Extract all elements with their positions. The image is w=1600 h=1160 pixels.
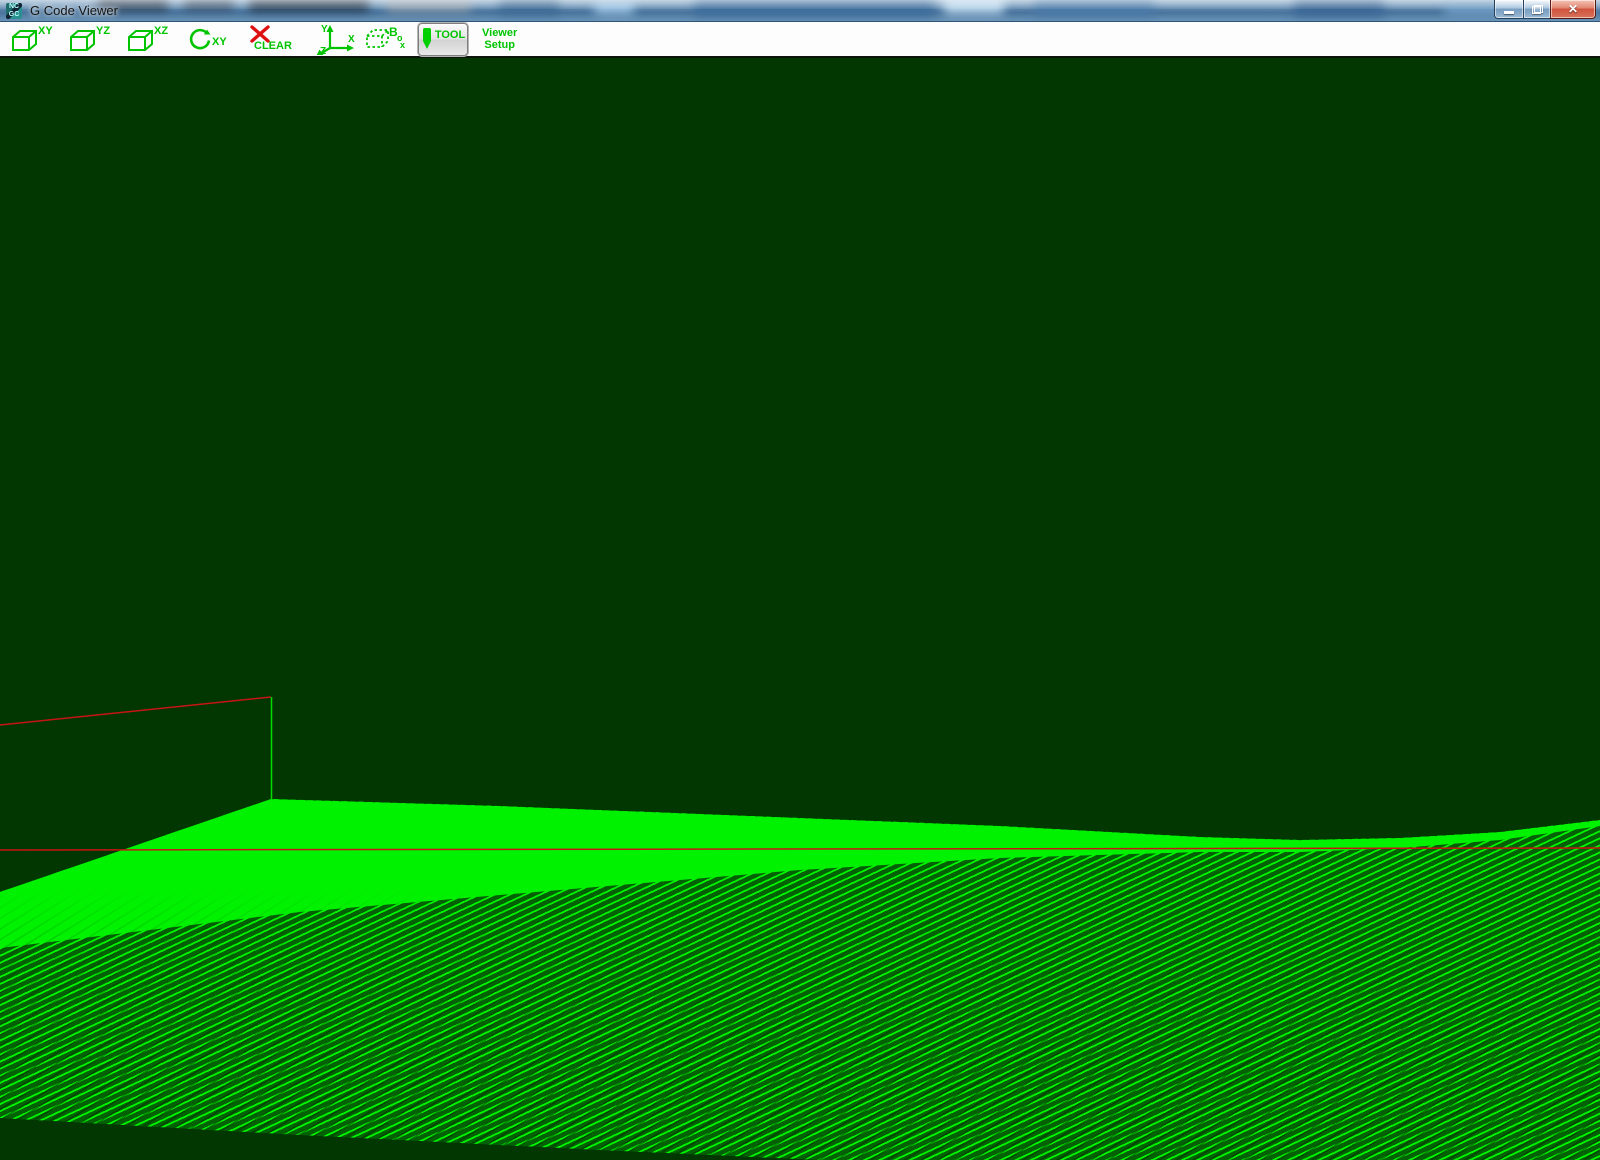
gcode-viewport[interactable] bbox=[0, 58, 1600, 1160]
glass-sheen bbox=[0, 0, 1600, 9]
minimize-button[interactable] bbox=[1494, 0, 1524, 19]
viewer-setup-line2: Setup bbox=[484, 39, 515, 51]
clear-button[interactable]: CLEAR bbox=[248, 24, 294, 54]
close-icon: ✕ bbox=[1568, 3, 1578, 15]
svg-text:Z: Z bbox=[320, 46, 326, 55]
view-xy-button[interactable]: XY bbox=[11, 24, 58, 54]
axis-triad-icon: Y X Z bbox=[312, 23, 356, 55]
app-icon[interactable]: NCGC bbox=[6, 3, 22, 19]
svg-text:Y: Y bbox=[321, 24, 328, 35]
tool-label: TOOL bbox=[435, 29, 465, 41]
limit-line-horizontal-icon bbox=[0, 848, 1600, 850]
viewer-setup-button[interactable]: Viewer Setup bbox=[482, 27, 517, 51]
view-xz-button[interactable]: XZ bbox=[127, 24, 174, 54]
axis-orientation-button[interactable]: Y X Z bbox=[312, 23, 356, 55]
view-yz-button[interactable]: YZ bbox=[69, 24, 116, 54]
restore-icon bbox=[1532, 5, 1543, 14]
svg-text:X: X bbox=[348, 34, 355, 45]
minimize-icon bbox=[1504, 11, 1514, 14]
view-yz-label: YZ bbox=[96, 25, 110, 37]
app-window: NCGC G Code Viewer ✕ X bbox=[0, 0, 1600, 1160]
cube-icon bbox=[11, 28, 39, 53]
caption-buttons: ✕ bbox=[1494, 0, 1596, 19]
cube-icon bbox=[127, 28, 155, 53]
clear-label: CLEAR bbox=[254, 40, 292, 52]
svg-text:x: x bbox=[400, 40, 405, 50]
machine-limit-lines bbox=[0, 58, 1600, 1160]
close-button[interactable]: ✕ bbox=[1550, 0, 1596, 19]
rotate-xy-label: XY bbox=[212, 36, 227, 48]
limit-line-top-icon bbox=[0, 697, 271, 725]
viewer-setup-line1: Viewer bbox=[482, 27, 517, 39]
titlebar[interactable]: NCGC G Code Viewer ✕ bbox=[0, 0, 1600, 22]
view-xy-label: XY bbox=[38, 25, 53, 37]
bounding-box-button[interactable]: B o x bbox=[364, 24, 406, 54]
rotate-xy-button[interactable]: XY bbox=[188, 24, 232, 54]
toolbar: XY YZ XZ bbox=[0, 22, 1600, 58]
dashed-box-icon: B o x bbox=[364, 24, 406, 54]
rotate-icon bbox=[188, 27, 212, 51]
tool-bit-icon bbox=[421, 27, 433, 51]
view-xz-label: XZ bbox=[154, 25, 168, 37]
restore-button[interactable] bbox=[1523, 0, 1551, 19]
raster-pass-ends bbox=[271, 798, 1600, 839]
tool-toggle-button[interactable]: TOOL bbox=[418, 23, 468, 56]
window-title: G Code Viewer bbox=[30, 3, 118, 18]
cube-icon bbox=[69, 28, 97, 53]
